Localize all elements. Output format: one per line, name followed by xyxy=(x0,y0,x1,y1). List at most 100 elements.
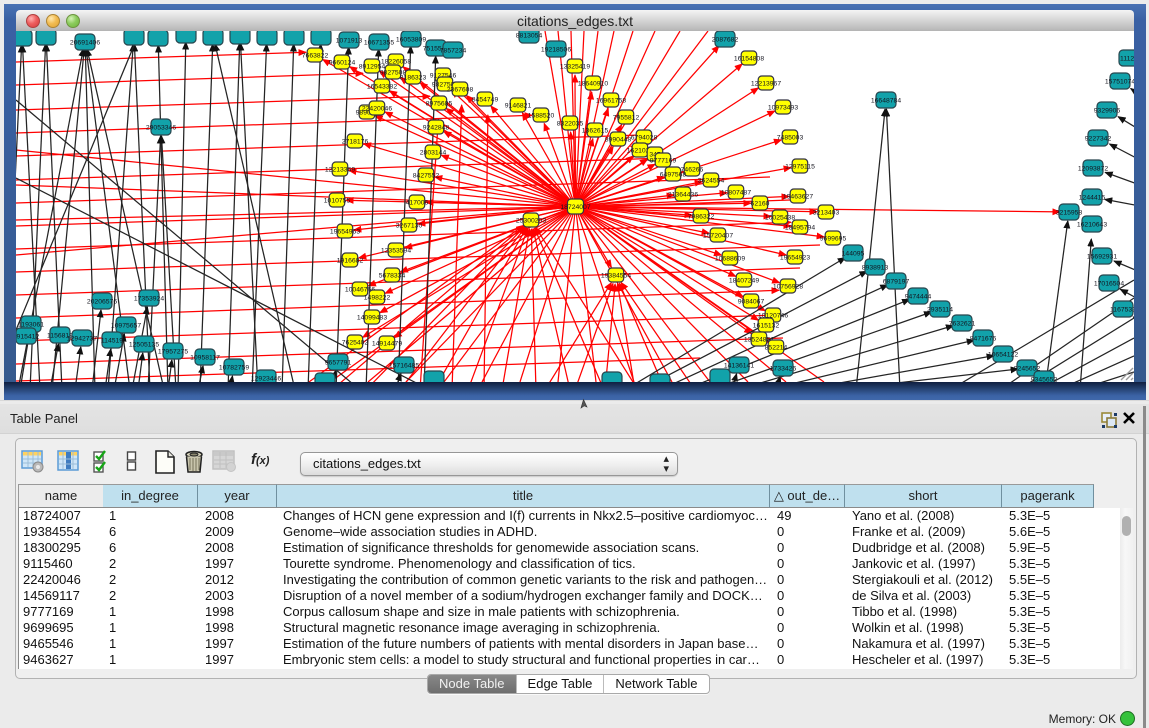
svg-text:10973493: 10973493 xyxy=(768,104,798,111)
svg-text:10688609: 10688609 xyxy=(715,255,745,262)
svg-text:144095: 144095 xyxy=(842,250,865,257)
svg-text:7955812: 7955812 xyxy=(613,114,640,121)
svg-text:18407249: 18407249 xyxy=(729,277,759,284)
svg-text:12353594: 12353594 xyxy=(381,247,411,254)
svg-text:2087682: 2087682 xyxy=(712,36,739,43)
svg-text:21364436: 21364436 xyxy=(668,191,698,198)
svg-text:18495794: 18495794 xyxy=(785,224,815,231)
svg-text:25300203: 25300203 xyxy=(516,217,546,224)
svg-text:8975685: 8975685 xyxy=(426,100,453,107)
svg-text:12942737: 12942737 xyxy=(67,335,97,342)
svg-text:1588520: 1588520 xyxy=(528,112,555,119)
svg-text:9242848: 9242848 xyxy=(423,124,450,131)
svg-text:16053809: 16053809 xyxy=(396,36,426,43)
svg-text:1498222: 1498222 xyxy=(364,294,391,301)
svg-text:16648784: 16648784 xyxy=(871,97,901,104)
svg-text:6497568: 6497568 xyxy=(660,171,687,178)
svg-text:12213369: 12213369 xyxy=(325,166,355,173)
svg-text:16154808: 16154808 xyxy=(734,55,764,62)
svg-text:1010755: 1010755 xyxy=(324,197,351,204)
svg-text:1733426: 1733426 xyxy=(770,365,797,372)
svg-text:10756928: 10756928 xyxy=(773,283,803,290)
svg-text:15751074: 15751074 xyxy=(1105,78,1134,85)
svg-text:9660124: 9660124 xyxy=(329,59,356,66)
svg-text:114519: 114519 xyxy=(101,337,123,344)
svg-text:8454749: 8454749 xyxy=(472,96,499,103)
svg-text:19654963: 19654963 xyxy=(330,228,360,235)
svg-text:2935114: 2935114 xyxy=(927,306,953,313)
svg-text:19654923: 19654923 xyxy=(780,254,810,261)
svg-text:7625402: 7625402 xyxy=(342,339,369,346)
svg-text:10807487: 10807487 xyxy=(721,189,751,196)
svg-text:12093872: 12093872 xyxy=(1078,165,1108,172)
svg-text:12975115: 12975115 xyxy=(785,163,815,170)
svg-text:2367608: 2367608 xyxy=(447,86,474,93)
svg-text:29053346: 29053346 xyxy=(146,124,176,131)
svg-text:2718176: 2718176 xyxy=(342,138,369,145)
svg-text:9227342: 9227342 xyxy=(1085,135,1112,142)
svg-text:1244415: 1244415 xyxy=(1079,194,1106,201)
svg-text:417006: 417006 xyxy=(406,199,429,206)
svg-text:11123: 11123 xyxy=(1120,55,1134,62)
svg-text:7663822: 7663822 xyxy=(302,52,329,59)
svg-text:19218506: 19218506 xyxy=(541,46,571,53)
svg-text:20206576: 20206576 xyxy=(87,298,117,305)
svg-text:14914479: 14914479 xyxy=(372,340,402,347)
svg-text:19384554: 19384554 xyxy=(601,272,631,279)
svg-text:8938913: 8938913 xyxy=(862,264,889,271)
svg-text:7485003: 7485003 xyxy=(777,134,804,141)
svg-text:12923446: 12923446 xyxy=(251,375,281,382)
svg-text:1362615: 1362615 xyxy=(582,127,609,134)
svg-text:19463627: 19463627 xyxy=(783,193,813,200)
svg-text:2803144: 2803144 xyxy=(420,149,447,156)
svg-text:15720407: 15720407 xyxy=(703,232,733,239)
svg-text:852214: 852214 xyxy=(765,344,788,351)
svg-text:5678334: 5678334 xyxy=(379,272,406,279)
svg-text:9657791: 9657791 xyxy=(325,359,352,366)
svg-text:20691406: 20691406 xyxy=(70,39,100,46)
svg-text:17957275: 17957275 xyxy=(158,348,188,355)
svg-text:9329906: 9329906 xyxy=(1094,107,1121,114)
svg-text:6879197: 6879197 xyxy=(883,278,910,285)
svg-text:9146821: 9146821 xyxy=(505,102,532,109)
svg-text:8471676: 8471676 xyxy=(970,335,997,342)
svg-text:3267130: 3267130 xyxy=(396,222,423,229)
svg-text:18226058: 18226058 xyxy=(381,58,411,65)
svg-text:12505135: 12505135 xyxy=(129,341,159,348)
svg-text:16210643: 16210643 xyxy=(1077,221,1107,228)
svg-text:10025438: 10025438 xyxy=(765,214,795,221)
svg-text:8813054: 8813054 xyxy=(516,32,543,39)
svg-text:10654122: 10654122 xyxy=(988,351,1018,358)
svg-text:16961758: 16961758 xyxy=(596,97,626,104)
svg-text:8322035: 8322035 xyxy=(557,120,584,127)
svg-text:14099483: 14099483 xyxy=(357,314,387,321)
svg-text:8990448: 8990448 xyxy=(605,136,632,143)
svg-text:1071913: 1071913 xyxy=(336,37,363,44)
svg-text:9084067: 9084067 xyxy=(738,298,765,305)
svg-text:17016504: 17016504 xyxy=(1094,280,1124,287)
svg-text:13325419: 13325419 xyxy=(560,63,590,70)
svg-text:18724007: 18724007 xyxy=(560,204,590,211)
svg-text:9474444: 9474444 xyxy=(905,293,932,300)
svg-text:10782759: 10782759 xyxy=(219,364,249,371)
svg-text:9699695: 9699695 xyxy=(820,235,847,242)
svg-text:1916682: 1916682 xyxy=(337,257,364,264)
svg-text:17353924: 17353924 xyxy=(134,295,164,302)
svg-text:14136141: 14136141 xyxy=(724,362,754,369)
svg-text:1167533: 1167533 xyxy=(1110,306,1134,313)
svg-text:62160: 62160 xyxy=(751,200,770,207)
svg-text:18640910: 18640910 xyxy=(578,80,608,87)
svg-text:3213403: 3213403 xyxy=(813,209,840,216)
svg-text:3624554: 3624554 xyxy=(698,177,725,184)
svg-text:10975657: 10975657 xyxy=(111,322,141,329)
svg-text:9777169: 9777169 xyxy=(650,157,677,164)
svg-text:22420046: 22420046 xyxy=(362,105,392,112)
svg-text:1615132: 1615132 xyxy=(753,322,780,329)
svg-text:7986322: 7986322 xyxy=(688,213,715,220)
svg-text:3915412: 3915412 xyxy=(16,333,39,340)
svg-text:10671355: 10671355 xyxy=(364,39,394,46)
svg-text:8186323: 8186323 xyxy=(400,74,427,81)
svg-text:12213967: 12213967 xyxy=(751,80,781,87)
svg-text:6794028: 6794028 xyxy=(631,134,658,141)
svg-text:15716485: 15716485 xyxy=(389,362,419,369)
